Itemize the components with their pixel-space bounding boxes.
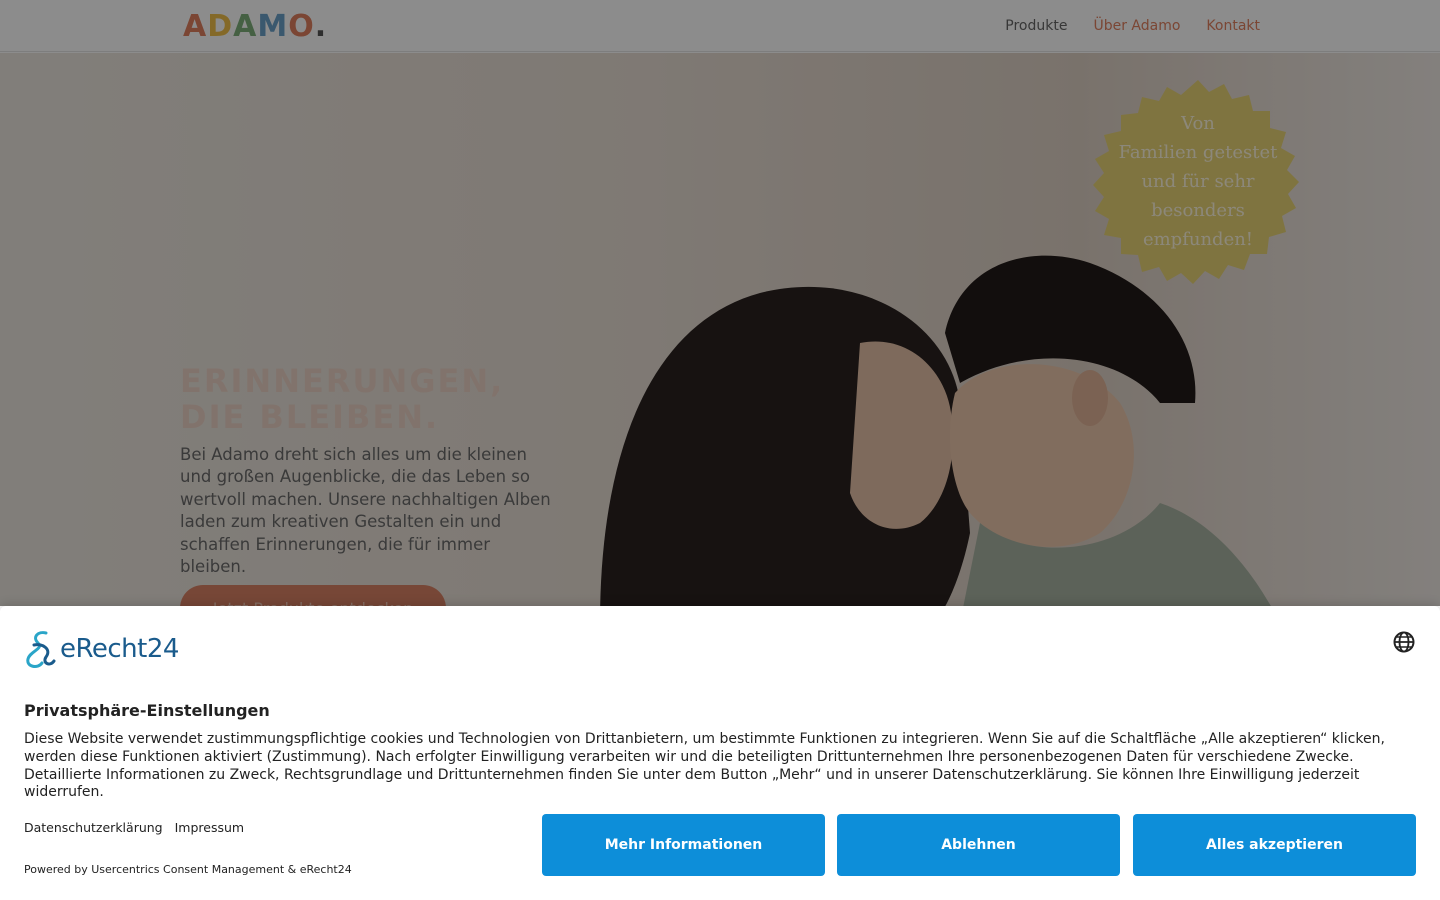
powered-by-text: Powered by Usercentrics Consent Manageme…	[24, 863, 352, 876]
consent-banner: eRecht24 Privatsphäre-Einstellungen Dies…	[0, 606, 1440, 900]
language-globe-icon[interactable]	[1392, 630, 1416, 654]
consent-title: Privatsphäre-Einstellungen	[24, 701, 270, 720]
more-information-button[interactable]: Mehr Informationen	[542, 814, 825, 876]
privacy-policy-link[interactable]: Datenschutzerklärung	[24, 820, 163, 835]
consent-links: Datenschutzerklärung Impressum	[24, 820, 244, 835]
deny-button[interactable]: Ablehnen	[837, 814, 1120, 876]
erecht24-wordmark: eRecht24	[60, 634, 179, 664]
erecht24-mark-icon	[26, 631, 56, 668]
consent-description: Diese Website verwendet zustimmungspflic…	[24, 731, 1385, 801]
accept-all-button[interactable]: Alles akzeptieren	[1133, 814, 1416, 876]
imprint-link[interactable]: Impressum	[175, 820, 244, 835]
erecht24-logo: eRecht24	[24, 629, 179, 669]
consent-backdrop	[0, 0, 1440, 606]
